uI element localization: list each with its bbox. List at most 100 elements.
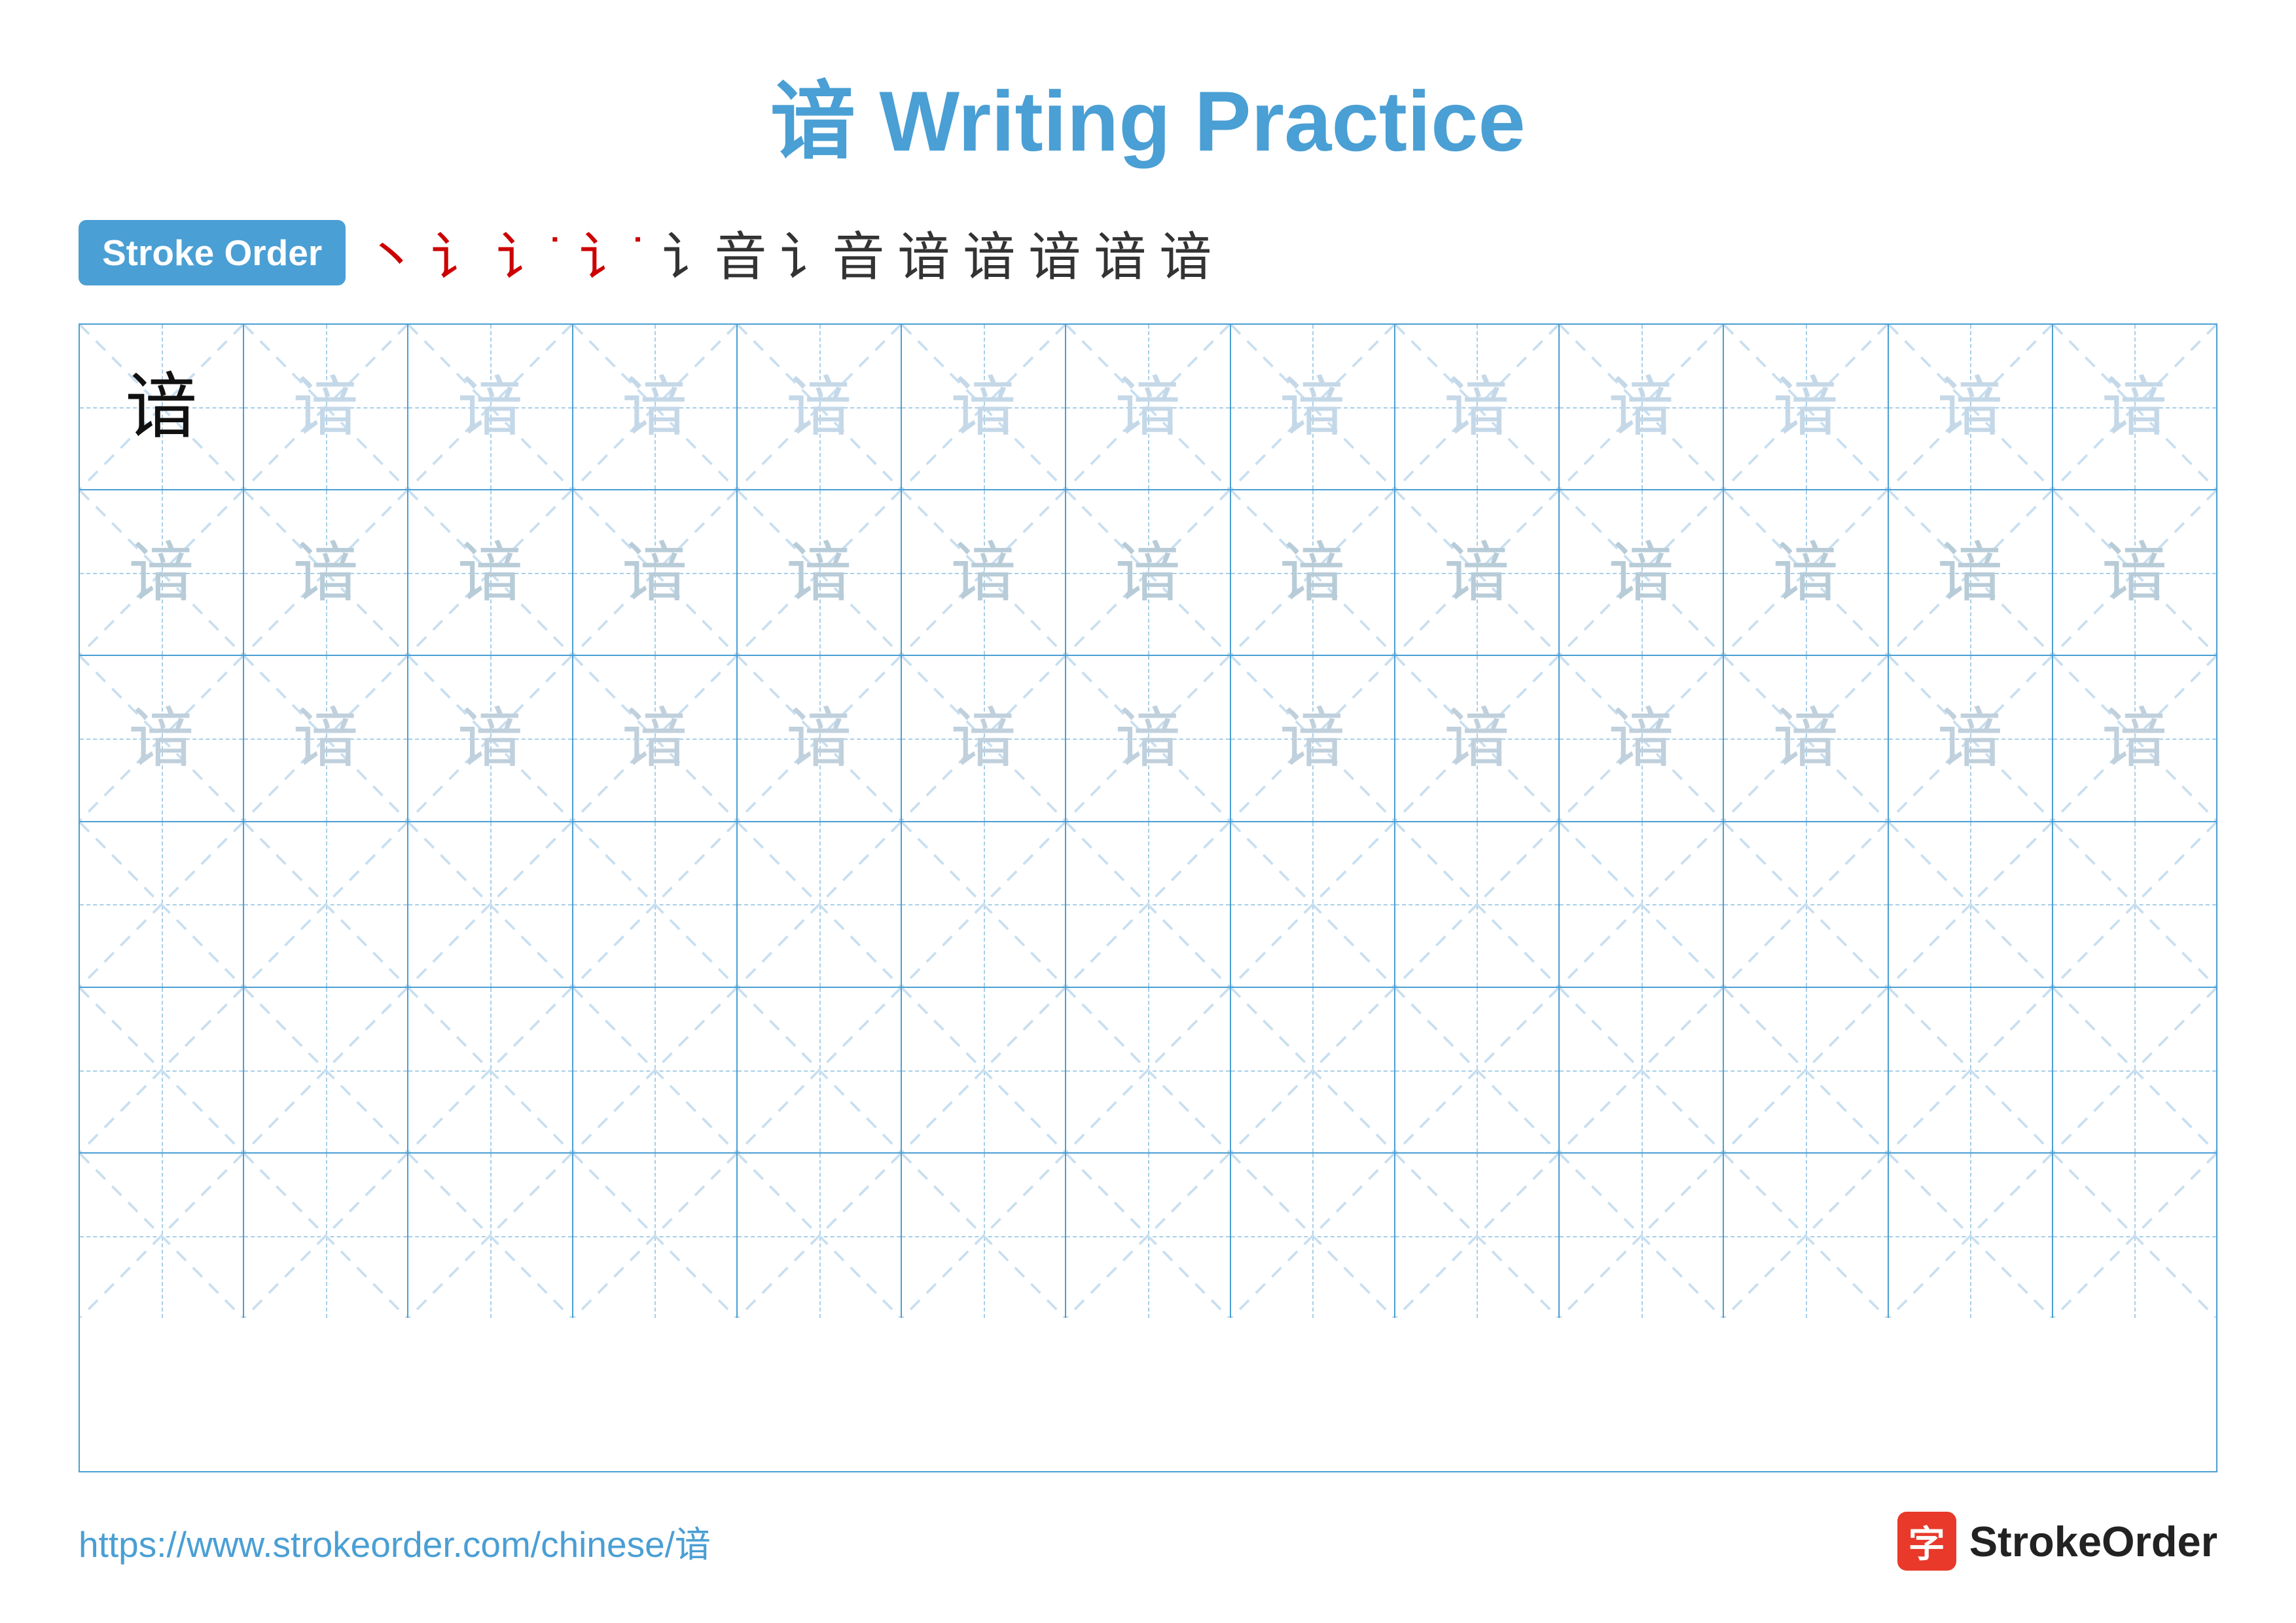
grid-cell[interactable] [1560,822,1724,987]
grid-cell[interactable] [2053,822,2216,987]
grid-cell[interactable] [1231,822,1395,987]
practice-char: 谙 [951,374,1016,440]
grid-cell[interactable] [573,1154,738,1318]
practice-grid: 谙谙谙谙谙谙谙谙谙谙谙谙谙谙谙谙谙谙谙谙谙谙谙谙谙谙谙谙谙谙谙谙谙谙谙谙谙谙谙 [79,323,2217,1472]
grid-cell[interactable]: 谙 [2053,490,2216,655]
practice-char: 谙 [1937,706,2003,771]
practice-char: 谙 [2102,540,2167,606]
practice-char: 谙 [622,374,687,440]
grid-cell[interactable] [902,1154,1066,1318]
grid-cell[interactable] [408,822,573,987]
grid-cell[interactable] [1724,822,1888,987]
grid-cell[interactable]: 谙 [408,656,573,820]
grid-cell[interactable]: 谙 [1231,656,1395,820]
grid-cell[interactable]: 谙 [408,490,573,655]
grid-cell[interactable] [1889,822,2053,987]
grid-cell[interactable]: 谙 [1066,325,1230,489]
practice-char: 谙 [622,540,687,606]
grid-cell[interactable] [244,1154,408,1318]
grid-cell[interactable]: 谙 [80,656,244,820]
grid-cell[interactable] [408,988,573,1152]
grid-cell[interactable]: 谙 [1560,490,1724,655]
grid-cell[interactable]: 谙 [573,490,738,655]
grid-cell[interactable] [902,988,1066,1152]
practice-char: 谙 [2102,706,2167,771]
grid-cell[interactable] [1560,1154,1724,1318]
grid-cell[interactable] [2053,988,2216,1152]
grid-cell[interactable] [573,988,738,1152]
grid-cell[interactable]: 谙 [244,490,408,655]
grid-row [80,1154,2216,1318]
practice-char: 谙 [2102,374,2167,440]
grid-cell[interactable]: 谙 [1560,325,1724,489]
grid-cell[interactable]: 谙 [1395,656,1560,820]
practice-char: 谙 [1280,706,1345,771]
grid-cell[interactable] [1889,988,2053,1152]
grid-cell[interactable]: 谙 [1395,490,1560,655]
grid-cell[interactable]: 谙 [902,490,1066,655]
grid-cell[interactable]: 谙 [738,490,902,655]
grid-cell[interactable]: 谙 [408,325,573,489]
grid-cell[interactable]: 谙 [1889,325,2053,489]
grid-cell[interactable] [80,1154,244,1318]
grid-cell[interactable]: 谙 [2053,656,2216,820]
practice-char: 谙 [1444,540,1509,606]
grid-cell[interactable] [1066,988,1230,1152]
grid-cell[interactable]: 谙 [1231,490,1395,655]
footer-url[interactable]: https://www.strokeorder.com/chinese/谙 [79,1515,711,1567]
grid-cell[interactable]: 谙 [1066,656,1230,820]
grid-cell[interactable]: 谙 [1395,325,1560,489]
grid-cell[interactable]: 谙 [902,325,1066,489]
grid-cell[interactable] [1395,988,1560,1152]
practice-char: 谙 [293,706,359,771]
grid-cell[interactable] [2053,1154,2216,1318]
grid-cell[interactable] [1231,1154,1395,1318]
grid-cell[interactable] [738,1154,902,1318]
grid-cell[interactable]: 谙 [1066,490,1230,655]
grid-cell[interactable]: 谙 [244,656,408,820]
grid-cell[interactable] [244,822,408,987]
practice-char: 谙 [457,706,523,771]
grid-cell[interactable] [80,988,244,1152]
grid-cell[interactable]: 谙 [1889,656,2053,820]
grid-cell[interactable] [408,1154,573,1318]
grid-cell[interactable]: 谙 [1724,490,1888,655]
practice-char: 谙 [1444,374,1509,440]
practice-char: 谙 [1115,706,1181,771]
grid-cell[interactable]: 谙 [1560,656,1724,820]
grid-cell[interactable] [1231,988,1395,1152]
stroke-step-7: 谙 [898,215,950,291]
grid-cell[interactable]: 谙 [1889,490,2053,655]
grid-cell[interactable] [244,988,408,1152]
page-title: 谙 Writing Practice [770,52,1525,175]
grid-cell[interactable]: 谙 [1231,325,1395,489]
grid-cell[interactable] [1395,1154,1560,1318]
grid-cell[interactable] [738,988,902,1152]
grid-cell[interactable] [1066,1154,1230,1318]
stroke-step-2: 讠 [431,215,483,291]
grid-cell[interactable] [738,822,902,987]
grid-cell[interactable] [1724,1154,1888,1318]
grid-cell[interactable] [1724,988,1888,1152]
practice-char: 谙 [1773,706,1839,771]
grid-cell[interactable]: 谙 [1724,325,1888,489]
grid-cell[interactable]: 谙 [573,656,738,820]
grid-cell[interactable]: 谙 [738,656,902,820]
grid-cell[interactable] [1889,1154,2053,1318]
grid-cell[interactable] [1560,988,1724,1152]
grid-cell[interactable]: 谙 [244,325,408,489]
grid-cell[interactable]: 谙 [573,325,738,489]
grid-cell[interactable]: 谙 [902,656,1066,820]
grid-cell[interactable] [80,822,244,987]
grid-cell[interactable] [1066,822,1230,987]
grid-cell[interactable] [1395,822,1560,987]
stroke-step-1: 丶 [365,215,418,291]
grid-cell[interactable] [573,822,738,987]
grid-cell[interactable]: 谙 [738,325,902,489]
grid-cell[interactable] [902,822,1066,987]
grid-cell[interactable]: 谙 [1724,656,1888,820]
grid-cell[interactable]: 谙 [80,490,244,655]
grid-cell[interactable]: 谙 [2053,325,2216,489]
grid-cell[interactable]: 谙 [80,325,244,489]
practice-char: 谙 [1609,540,1674,606]
